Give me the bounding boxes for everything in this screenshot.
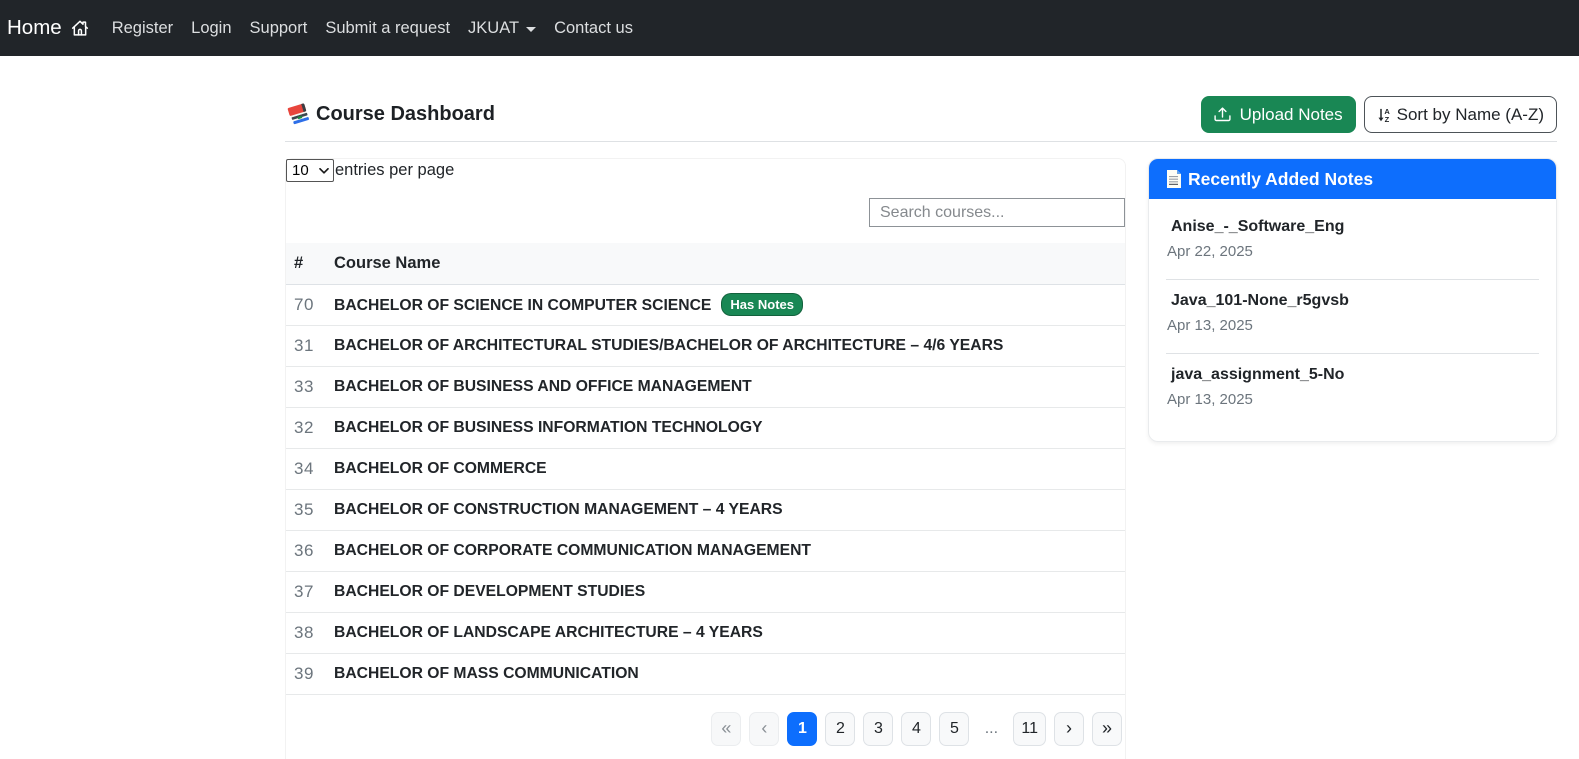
svg-text:Z: Z (1384, 115, 1389, 122)
